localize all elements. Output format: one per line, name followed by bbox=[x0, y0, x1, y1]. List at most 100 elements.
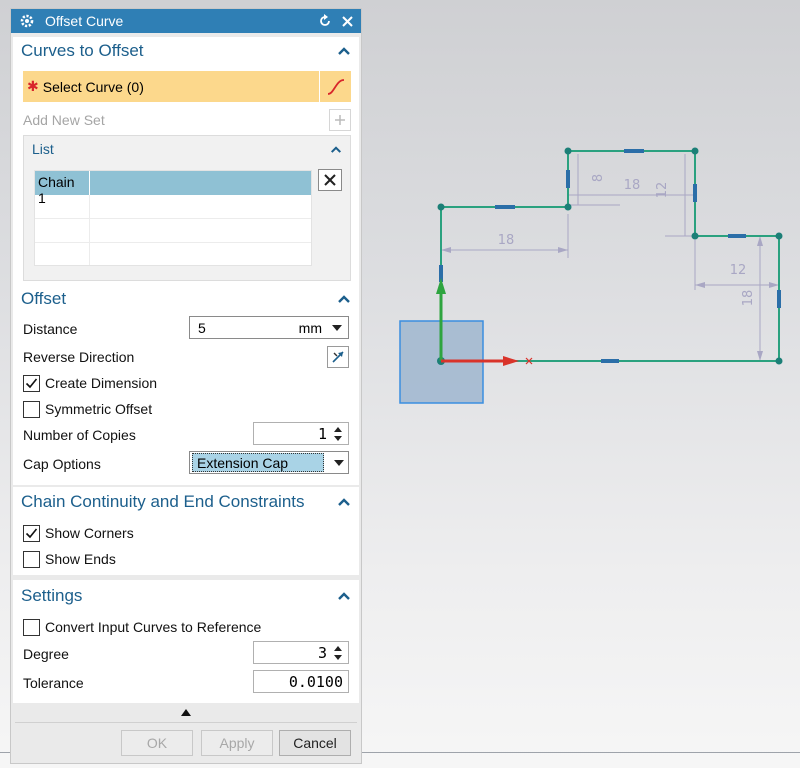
dimension-text[interactable]: 8 bbox=[591, 174, 606, 182]
tolerance-label: Tolerance bbox=[23, 675, 84, 691]
chevron-down-icon[interactable] bbox=[332, 324, 342, 332]
select-curve-label: Select Curve (0) bbox=[42, 78, 144, 95]
more-options-toggle[interactable] bbox=[177, 709, 195, 719]
add-set-icon[interactable] bbox=[329, 109, 351, 131]
flip-direction-icon bbox=[332, 351, 344, 363]
show-ends-checkbox[interactable] bbox=[23, 550, 40, 568]
close-icon bbox=[324, 174, 336, 186]
symmetric-offset-row[interactable]: Symmetric Offset bbox=[13, 397, 359, 421]
chain-continuity-header[interactable]: Chain Continuity and End Constraints bbox=[13, 488, 359, 516]
reverse-direction-label: Reverse Direction bbox=[23, 349, 135, 365]
collapse-caret-icon[interactable] bbox=[337, 497, 351, 507]
copies-label: Number of Copies bbox=[23, 427, 136, 443]
chain-name-cell bbox=[35, 219, 90, 242]
cap-options-label: Cap Options bbox=[23, 456, 101, 472]
distance-value: 5 bbox=[198, 319, 206, 336]
footer-divider bbox=[15, 722, 357, 723]
table-row[interactable] bbox=[35, 219, 311, 243]
show-ends-label: Show Ends bbox=[45, 551, 116, 567]
section-title: Offset bbox=[21, 289, 67, 308]
distance-input[interactable]: 5 mm bbox=[189, 316, 349, 339]
dimension-text[interactable]: 18 bbox=[498, 233, 515, 248]
list-table: Chain 1 bbox=[34, 170, 312, 266]
show-corners-checkbox[interactable] bbox=[23, 524, 40, 542]
reverse-direction-button[interactable] bbox=[327, 346, 349, 368]
degree-stepper[interactable]: 3 bbox=[253, 641, 349, 664]
chain-value-cell bbox=[90, 195, 311, 218]
dialog-titlebar: Offset Curve bbox=[11, 9, 361, 33]
table-row[interactable] bbox=[35, 195, 311, 219]
chain-value-cell bbox=[90, 219, 311, 242]
dimension-group bbox=[440, 154, 779, 361]
constraint-marks bbox=[439, 149, 781, 363]
show-corners-label: Show Corners bbox=[45, 525, 134, 541]
curve-nodes[interactable] bbox=[437, 147, 783, 366]
degree-value: 3 bbox=[317, 643, 327, 662]
section-title: Chain Continuity and End Constraints bbox=[21, 492, 305, 511]
show-corners-row[interactable]: Show Corners bbox=[13, 521, 359, 545]
distance-label: Distance bbox=[23, 321, 78, 337]
remove-chain-button[interactable] bbox=[318, 169, 342, 191]
collapse-caret-icon[interactable] bbox=[337, 46, 351, 56]
curves-to-offset-header[interactable]: Curves to Offset bbox=[13, 37, 359, 65]
chevron-down-icon[interactable] bbox=[334, 459, 344, 467]
section-title: Curves to Offset bbox=[21, 41, 144, 60]
stepper-arrows-icon[interactable] bbox=[333, 426, 343, 442]
dimension-text[interactable]: 18 bbox=[624, 178, 641, 193]
check-icon bbox=[25, 527, 38, 538]
caret-up-icon bbox=[181, 709, 191, 716]
cap-options-value: Extension Cap bbox=[192, 453, 324, 472]
create-dimension-checkbox[interactable] bbox=[23, 374, 40, 392]
collapse-caret-icon[interactable] bbox=[330, 145, 342, 154]
cancel-button[interactable]: Cancel bbox=[279, 730, 351, 756]
symmetric-offset-label: Symmetric Offset bbox=[45, 401, 153, 417]
add-new-set-row: Add New Set bbox=[13, 109, 359, 131]
dimension-text[interactable]: 12 bbox=[655, 182, 670, 199]
chain-name-cell bbox=[35, 243, 90, 265]
offset-curve[interactable] bbox=[440, 150, 780, 362]
settings-header[interactable]: Settings bbox=[13, 582, 359, 610]
curve-icon[interactable] bbox=[319, 71, 351, 102]
add-new-set-label: Add New Set bbox=[23, 112, 105, 128]
table-row[interactable] bbox=[35, 243, 311, 265]
reset-icon[interactable] bbox=[317, 13, 333, 29]
offset-header[interactable]: Offset bbox=[13, 285, 359, 313]
list-header[interactable]: List bbox=[24, 136, 350, 162]
curves-to-offset-section: Curves to Offset ✱ Select Curve (0) Add … bbox=[13, 37, 359, 283]
reverse-direction-row: Reverse Direction bbox=[13, 345, 359, 369]
apply-button[interactable]: Apply bbox=[201, 730, 273, 756]
gear-icon[interactable] bbox=[19, 13, 35, 29]
check-icon bbox=[25, 377, 38, 388]
distance-unit: mm bbox=[298, 319, 322, 336]
convert-reference-checkbox[interactable] bbox=[23, 618, 40, 636]
symmetric-offset-checkbox[interactable] bbox=[23, 400, 40, 418]
list-group: List Chain 1 bbox=[23, 135, 351, 281]
create-dimension-row[interactable]: Create Dimension bbox=[13, 371, 359, 395]
convert-reference-row[interactable]: Convert Input Curves to Reference bbox=[13, 615, 359, 639]
tolerance-value: 0.0100 bbox=[288, 672, 343, 691]
close-icon[interactable] bbox=[339, 13, 355, 29]
chain-continuity-section: Chain Continuity and End Constraints Sho… bbox=[13, 487, 359, 575]
chain-value-cell bbox=[90, 171, 311, 195]
table-row[interactable]: Chain 1 bbox=[35, 171, 311, 206]
dialog-title: Offset Curve bbox=[45, 13, 124, 29]
create-dimension-label: Create Dimension bbox=[45, 375, 158, 391]
section-title: Settings bbox=[21, 586, 83, 605]
select-curve-row[interactable]: ✱ Select Curve (0) bbox=[23, 71, 351, 102]
collapse-caret-icon[interactable] bbox=[337, 294, 351, 304]
ok-button[interactable]: OK bbox=[121, 730, 193, 756]
dimension-arrows bbox=[441, 236, 779, 361]
stepper-arrows-icon[interactable] bbox=[333, 645, 343, 661]
dimension-text[interactable]: 18 bbox=[741, 290, 756, 307]
triad-x-arrow[interactable] bbox=[503, 356, 519, 366]
copies-value: 1 bbox=[317, 424, 327, 443]
dimension-text[interactable]: 12 bbox=[730, 263, 747, 278]
triad-y-arrow[interactable] bbox=[436, 278, 446, 294]
offset-curve-dialog: Offset Curve Curves to Offset ✱ Select C… bbox=[10, 8, 362, 764]
collapse-caret-icon[interactable] bbox=[337, 591, 351, 601]
copies-stepper[interactable]: 1 bbox=[253, 422, 349, 445]
chain-name-cell: Chain 1 bbox=[35, 171, 90, 206]
cap-options-select[interactable]: Extension Cap bbox=[189, 451, 349, 474]
show-ends-row[interactable]: Show Ends bbox=[13, 547, 359, 571]
tolerance-input[interactable]: 0.0100 bbox=[253, 670, 349, 693]
